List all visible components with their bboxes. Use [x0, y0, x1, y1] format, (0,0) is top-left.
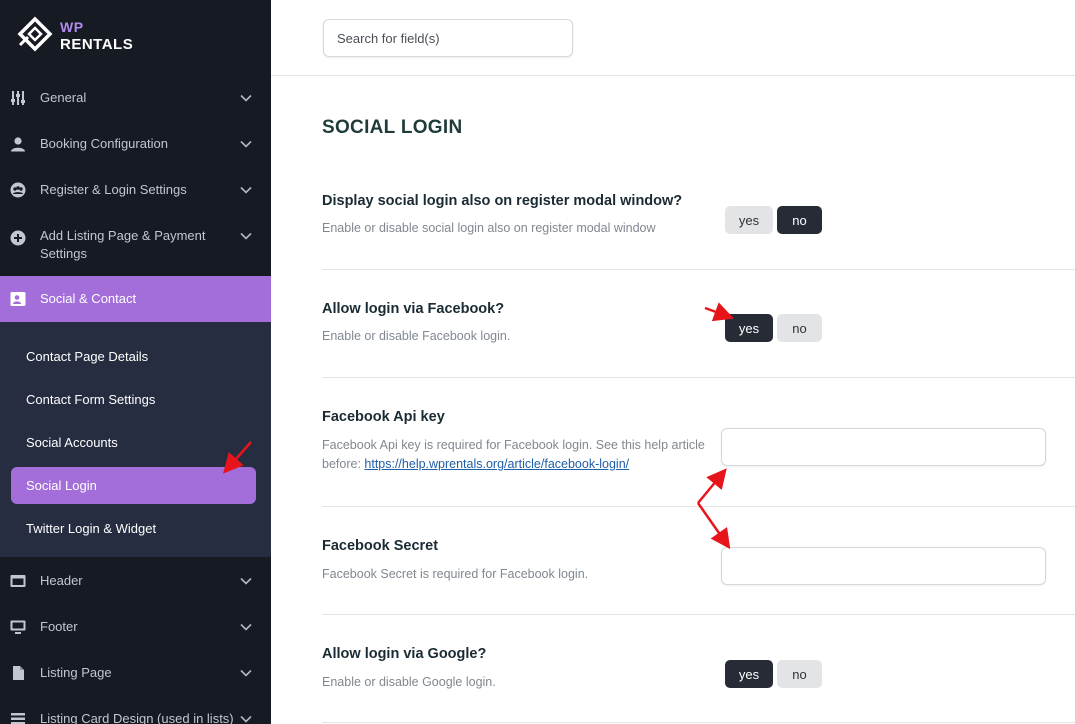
toggle-yes-option[interactable]: yes: [725, 314, 773, 342]
field-title: Facebook Secret: [322, 538, 439, 554]
sidebar-item-listing-card-design[interactable]: Listing Card Design (used in lists): [0, 707, 271, 724]
submenu-item-social-accounts[interactable]: Social Accounts: [11, 424, 256, 461]
sidebar-item-booking-configuration[interactable]: Booking Configuration: [0, 132, 271, 156]
sidebar-item-header[interactable]: Header: [0, 569, 271, 593]
facebook-help-link[interactable]: https://help.wprentals.org/article/faceb…: [364, 457, 629, 471]
list-icon: [9, 711, 26, 724]
chevron-down-icon: [240, 94, 252, 102]
sidebar-item-label: Booking Configuration: [40, 136, 168, 151]
user-icon: [9, 136, 26, 153]
sidebar-item-label: Footer: [40, 619, 78, 634]
field-title: Facebook Api key: [322, 409, 445, 425]
field-description: Enable or disable Facebook login.: [322, 329, 511, 343]
annotation-arrow-facebook-yes: [704, 302, 735, 322]
plus-circle-icon: [9, 229, 26, 246]
divider: [322, 722, 1075, 723]
toggle-yes-option[interactable]: yes: [725, 206, 773, 234]
divider: [322, 269, 1075, 270]
sliders-icon: [9, 90, 26, 107]
submenu-item-contact-page-details[interactable]: Contact Page Details: [11, 338, 256, 375]
sidebar-item-add-listing-payment-settings[interactable]: Add Listing Page & Payment Settings: [0, 226, 271, 264]
toggle-no-option[interactable]: no: [777, 206, 822, 234]
divider: [322, 506, 1075, 507]
sidebar-item-register-login-settings[interactable]: Register & Login Settings: [0, 178, 271, 202]
annotation-arrow-api-key: [697, 468, 727, 504]
chevron-down-icon: [240, 232, 252, 240]
sidebar-item-listing-page[interactable]: Listing Page: [0, 661, 271, 685]
brand-line1: WP: [60, 19, 84, 35]
chevron-down-icon: [240, 623, 252, 631]
brand-logo[interactable]: WP RENTALS: [16, 15, 133, 57]
google-login-toggle: yes no: [725, 660, 822, 688]
chevron-down-icon: [240, 669, 252, 677]
chevron-down-icon: [240, 186, 252, 194]
search-input[interactable]: [323, 19, 573, 57]
facebook-secret-input[interactable]: [721, 547, 1046, 585]
sidebar-item-label: Social & Contact: [40, 291, 137, 306]
field-description: Facebook Api key is required for Faceboo…: [322, 436, 712, 474]
field-description: Facebook Secret is required for Facebook…: [322, 567, 589, 581]
page-title: SOCIAL LOGIN: [322, 117, 463, 138]
sidebar-item-label: Header: [40, 573, 83, 588]
sidebar-item-footer[interactable]: Footer: [0, 615, 271, 639]
brand-line2: RENTALS: [60, 36, 134, 53]
sidebar-item-general[interactable]: General: [0, 86, 271, 110]
facebook-login-toggle: yes no: [725, 314, 822, 342]
sidebar-item-social-contact[interactable]: Social & Contact: [0, 276, 271, 322]
field-title: Allow login via Google?: [322, 646, 487, 662]
field-title: Allow login via Facebook?: [322, 301, 505, 317]
social-contact-submenu: Contact Page Details Contact Form Settin…: [0, 322, 271, 557]
logo-diamond-icon: [17, 16, 53, 52]
toggle-no-option[interactable]: no: [777, 660, 822, 688]
sidebar-item-label: Add Listing Page & Payment Settings: [40, 228, 206, 261]
submenu-item-social-login[interactable]: Social Login: [11, 467, 256, 504]
divider: [322, 614, 1075, 615]
annotation-arrow-secret: [696, 502, 731, 550]
chevron-down-icon: [240, 715, 252, 723]
file-icon: [9, 665, 26, 682]
sidebar-item-label: Listing Card Design (used in lists): [40, 711, 234, 724]
sidebar-item-label: Register & Login Settings: [40, 182, 187, 197]
users-icon: [9, 182, 26, 199]
chevron-down-icon: [240, 140, 252, 148]
toggle-no-option[interactable]: no: [777, 314, 822, 342]
register-modal-social-toggle: yes no: [725, 206, 822, 234]
submenu-item-twitter-login-widget[interactable]: Twitter Login & Widget: [11, 510, 256, 547]
chevron-down-icon: [240, 577, 252, 585]
sidebar-item-label: General: [40, 90, 87, 105]
field-title: Display social login also on register mo…: [322, 193, 683, 209]
divider: [322, 377, 1075, 378]
top-bar: [271, 0, 1075, 76]
contact-card-icon: [9, 291, 26, 308]
toggle-yes-option[interactable]: yes: [725, 660, 773, 688]
field-description: Enable or disable Google login.: [322, 675, 496, 689]
sidebar: WP RENTALS General Booking Configuration…: [0, 0, 271, 724]
facebook-api-key-input[interactable]: [721, 428, 1046, 466]
field-description: Enable or disable social login also on r…: [322, 221, 656, 235]
window-icon: [9, 573, 26, 590]
monitor-icon: [9, 619, 26, 636]
submenu-item-contact-form-settings[interactable]: Contact Form Settings: [11, 381, 256, 418]
sidebar-item-label: Listing Page: [40, 665, 112, 680]
